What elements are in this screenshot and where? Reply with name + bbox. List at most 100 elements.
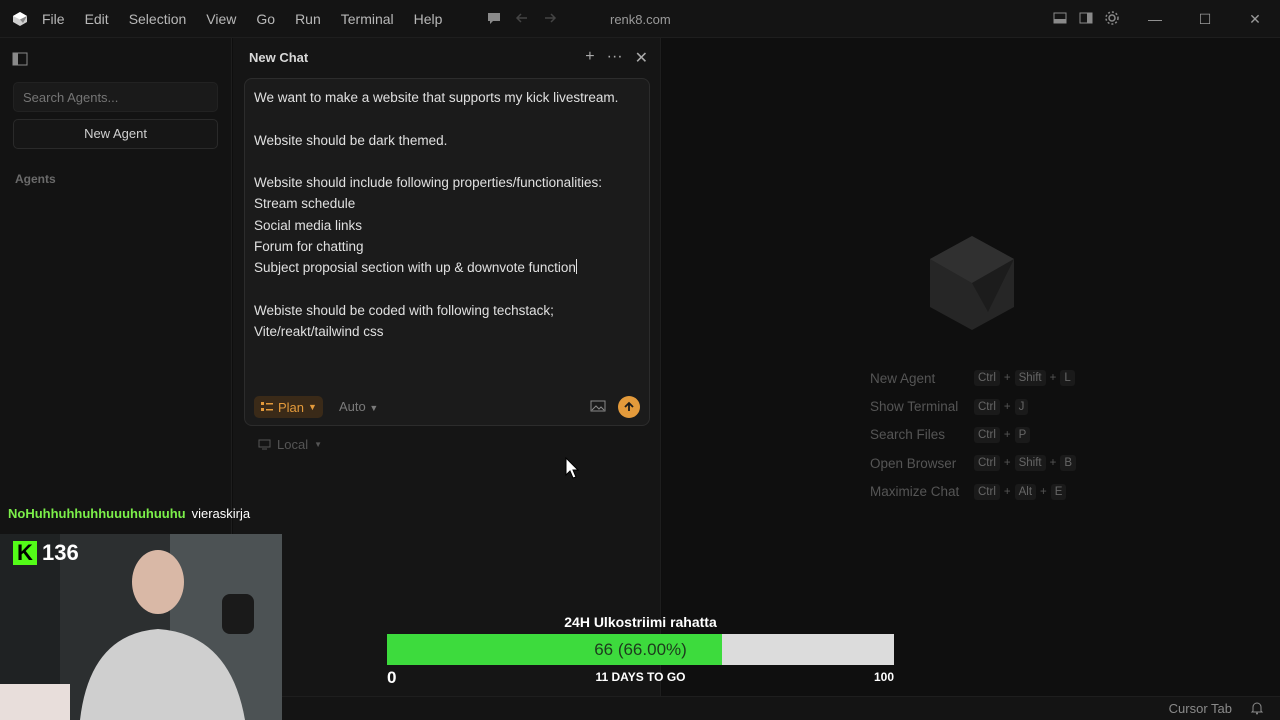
- menu-selection[interactable]: Selection: [129, 11, 187, 27]
- key-cap: Shift: [1014, 455, 1046, 472]
- empty-editor-area: New Agent Ctrl + Shift + L Show Terminal Ctrl + J…: [662, 38, 1280, 696]
- viewer-count-badge: K 136: [13, 540, 79, 566]
- mode-label: Plan: [278, 399, 305, 415]
- back-arrow-icon[interactable]: [514, 10, 530, 26]
- menu-bar: File Edit Selection View Go Run Terminal Help: [42, 11, 462, 27]
- chat-actions: + ··· ✕: [585, 48, 648, 68]
- menu-help[interactable]: Help: [414, 11, 443, 27]
- key-separator: +: [1003, 457, 1011, 470]
- shortcut-label: Show Terminal: [870, 399, 959, 415]
- window-controls: — ☐ ✕: [1130, 0, 1280, 38]
- key-cap: Shift: [1014, 370, 1046, 387]
- key-cap: L: [1060, 370, 1075, 387]
- shortcut-label: Search Files: [870, 427, 946, 443]
- menu-go[interactable]: Go: [256, 11, 275, 27]
- search-agents-input[interactable]: [13, 82, 218, 112]
- key-cap: Ctrl: [974, 426, 1000, 443]
- goal-max-label: 100: [873, 670, 894, 684]
- new-agent-button[interactable]: New Agent: [13, 119, 218, 149]
- minimize-button[interactable]: —: [1130, 11, 1180, 27]
- goal-days-left: 11 DAYS TO GO: [595, 670, 686, 684]
- shortcut-label: New Agent: [870, 370, 936, 386]
- shortcut-keys: Ctrl + J: [974, 398, 1029, 415]
- sidebar-toggle-icon[interactable]: [12, 52, 28, 66]
- bell-icon[interactable]: [1250, 701, 1264, 715]
- layout-controls: [1052, 10, 1120, 26]
- key-separator: +: [1003, 400, 1011, 413]
- mode-dropdown[interactable]: Plan ▼: [254, 396, 323, 418]
- model-label: Auto: [339, 399, 366, 414]
- key-separator: +: [1003, 428, 1011, 441]
- shortcut-label: Maximize Chat: [870, 484, 960, 500]
- shortcut-list: New Agent Ctrl + Shift + L Show Terminal Ctrl + J…: [870, 364, 1077, 506]
- chevron-down-icon: ▼: [314, 440, 322, 449]
- composer-textarea[interactable]: We want to make a website that supports …: [254, 87, 644, 343]
- chevron-down-icon: ▼: [369, 403, 379, 413]
- shortcut-row[interactable]: Show Terminal Ctrl + J: [870, 392, 1076, 420]
- chat-message-text: vieraskirja: [191, 506, 251, 521]
- shortcut-row[interactable]: Maximize Chat Ctrl + Alt + E: [870, 478, 1076, 506]
- send-button[interactable]: [618, 396, 640, 418]
- viewer-count: 136: [42, 540, 79, 565]
- composer-footer: Plan ▼ Auto ▼: [254, 396, 644, 420]
- cursor-big-logo-icon: [930, 236, 1014, 330]
- chat-title: New Chat: [249, 50, 309, 65]
- chat-username: NoHuhhuhhuhhuuuhuhuuhu: [8, 506, 186, 521]
- composer-text-after-caret: Webiste should be coded with following t…: [254, 302, 554, 340]
- kick-logo-icon: K: [13, 541, 37, 565]
- chat-composer[interactable]: We want to make a website that supports …: [244, 78, 650, 426]
- key-cap: B: [1060, 455, 1077, 472]
- menu-run[interactable]: Run: [295, 11, 321, 27]
- menu-edit[interactable]: Edit: [85, 11, 109, 27]
- key-cap: J: [1014, 398, 1029, 415]
- maximize-button[interactable]: ☐: [1180, 11, 1230, 28]
- chevron-down-icon: ▼: [308, 402, 317, 412]
- more-options-icon[interactable]: ···: [607, 48, 623, 68]
- arrow-up-icon: [624, 401, 634, 411]
- location-dropdown[interactable]: Local ▼: [258, 437, 322, 452]
- shortcut-keys: Ctrl + Shift + L: [974, 370, 1075, 387]
- sidebar-layout-icon[interactable]: [1078, 10, 1094, 26]
- menu-terminal[interactable]: Terminal: [341, 11, 394, 27]
- key-cap: P: [1014, 426, 1031, 443]
- shortcut-keys: Ctrl + P: [974, 426, 1031, 443]
- plan-list-icon: [261, 402, 273, 411]
- key-separator: +: [1003, 485, 1011, 498]
- close-window-button[interactable]: ✕: [1230, 11, 1280, 28]
- key-separator: +: [1049, 372, 1057, 385]
- goal-progress-bar: 66 (66.00%): [387, 634, 894, 665]
- menu-file[interactable]: File: [42, 11, 65, 27]
- panel-layout-icon[interactable]: [1052, 10, 1068, 26]
- key-cap: Ctrl: [974, 483, 1000, 500]
- key-separator: +: [1003, 372, 1011, 385]
- goal-title: 24H Ulkostriimi rahatta: [564, 614, 717, 630]
- chat-panel: New Chat + ··· ✕ We want to make a websi…: [233, 38, 661, 696]
- shortcut-keys: Ctrl + Alt + E: [974, 483, 1067, 500]
- location-label: Local: [277, 437, 309, 452]
- window-title: renk8.com: [610, 12, 671, 27]
- shortcut-row[interactable]: Open Browser Ctrl + Shift + B: [870, 449, 1077, 477]
- attach-image-icon[interactable]: [590, 399, 606, 413]
- shortcut-row[interactable]: New Agent Ctrl + Shift + L: [870, 364, 1076, 392]
- mouse-pointer-icon: [565, 457, 579, 479]
- cursor-logo-icon: [13, 11, 27, 26]
- model-dropdown[interactable]: Auto ▼: [339, 399, 378, 414]
- cursor-tab-status[interactable]: Cursor Tab: [1169, 701, 1232, 716]
- menu-view[interactable]: View: [206, 11, 236, 27]
- monitor-icon: [258, 439, 271, 450]
- key-separator: +: [1040, 485, 1047, 498]
- goal-value-text: 66 (66.00%): [594, 640, 687, 659]
- forward-arrow-icon[interactable]: [542, 10, 558, 26]
- text-caret: [575, 259, 577, 275]
- key-cap: Alt: [1014, 483, 1037, 500]
- chat-icon[interactable]: [486, 10, 502, 26]
- close-chat-icon[interactable]: ✕: [635, 48, 648, 68]
- stream-chat-message: NoHuhhuhhuhhuuuhuhuuhu vieraskirja: [8, 506, 250, 521]
- key-cap: Ctrl: [974, 398, 1000, 415]
- composer-text-before-caret: We want to make a website that supports …: [254, 90, 619, 276]
- shortcut-row[interactable]: Search Files Ctrl + P: [870, 421, 1076, 449]
- add-chat-icon[interactable]: +: [585, 48, 594, 68]
- settings-gear-icon[interactable]: [1104, 10, 1120, 26]
- key-cap: Ctrl: [974, 455, 1000, 472]
- title-bar: File Edit Selection View Go Run Terminal Help r…: [0, 0, 1280, 38]
